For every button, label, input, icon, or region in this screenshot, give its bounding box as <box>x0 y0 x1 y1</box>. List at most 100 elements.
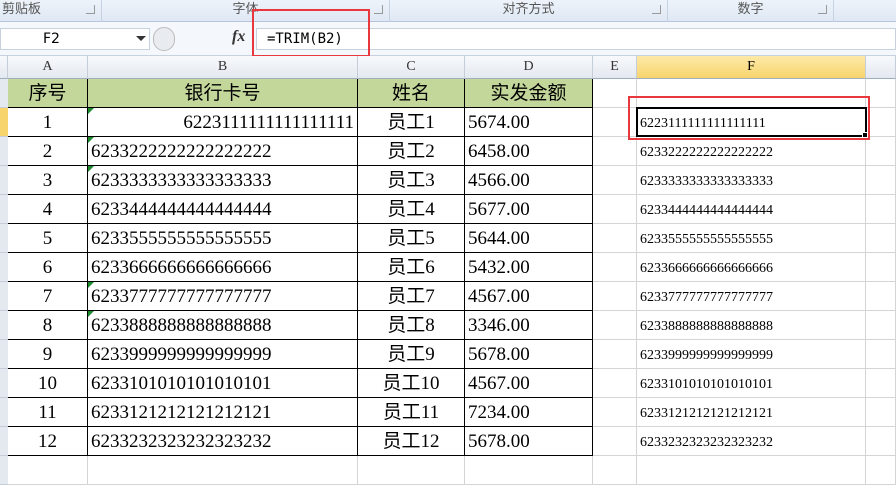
row-header[interactable] <box>0 137 8 166</box>
column-header-b[interactable]: B <box>88 56 358 79</box>
cell[interactable] <box>866 195 896 224</box>
card-number-cell[interactable]: 6233777777777777777 <box>88 282 358 311</box>
cell[interactable] <box>866 456 896 485</box>
dialog-launcher-icon[interactable] <box>818 5 827 14</box>
cell[interactable] <box>593 253 637 282</box>
amount-cell[interactable]: 4566.00 <box>465 166 593 195</box>
cell[interactable] <box>637 456 866 485</box>
cell[interactable] <box>593 427 637 456</box>
formula-bar-splitter[interactable] <box>153 27 175 51</box>
employee-name-cell[interactable]: 员工10 <box>358 369 465 398</box>
card-number-cell[interactable]: 6233999999999999999 <box>88 340 358 369</box>
column-header-c[interactable]: C <box>358 56 465 79</box>
trim-result-cell[interactable]: 6233333333333333333 <box>637 166 866 195</box>
card-number-cell[interactable]: 6233101010101010101 <box>88 369 358 398</box>
trim-result-cell[interactable]: 6233666666666666666 <box>637 253 866 282</box>
amount-cell[interactable]: 3346.00 <box>465 311 593 340</box>
cell[interactable] <box>8 456 88 485</box>
card-number-cell[interactable]: 6233555555555555555 <box>88 224 358 253</box>
row-number-cell[interactable]: 10 <box>8 369 88 398</box>
trim-result-cell[interactable]: 6233999999999999999 <box>637 340 866 369</box>
trim-result-cell[interactable]: 6233232323232323232 <box>637 427 866 456</box>
row-header[interactable] <box>0 166 8 195</box>
employee-name-cell[interactable]: 员工3 <box>358 166 465 195</box>
column-header-f[interactable]: F <box>637 56 866 79</box>
cell[interactable] <box>593 195 637 224</box>
column-header-g[interactable] <box>866 56 896 79</box>
employee-name-cell[interactable]: 员工9 <box>358 340 465 369</box>
cell[interactable] <box>88 456 358 485</box>
employee-name-cell[interactable]: 员工6 <box>358 253 465 282</box>
chevron-down-icon[interactable] <box>136 36 146 41</box>
cell[interactable] <box>358 456 465 485</box>
amount-cell[interactable]: 5677.00 <box>465 195 593 224</box>
row-header[interactable] <box>0 311 8 340</box>
card-number-cell[interactable]: 6233666666666666666 <box>88 253 358 282</box>
row-header[interactable] <box>0 340 8 369</box>
cell[interactable] <box>866 253 896 282</box>
cell[interactable] <box>866 398 896 427</box>
name-box[interactable]: F2 <box>0 28 150 50</box>
trim-result-cell[interactable]: 6233101010101010101 <box>637 369 866 398</box>
employee-name-cell[interactable]: 员工8 <box>358 311 465 340</box>
amount-cell[interactable]: 6458.00 <box>465 137 593 166</box>
employee-name-cell[interactable]: 员工2 <box>358 137 465 166</box>
row-number-cell[interactable]: 4 <box>8 195 88 224</box>
cell[interactable] <box>593 224 637 253</box>
amount-cell[interactable]: 4567.00 <box>465 369 593 398</box>
card-number-cell[interactable]: 6233222222222222222 <box>88 137 358 166</box>
employee-name-cell[interactable]: 员工12 <box>358 427 465 456</box>
cell[interactable] <box>593 166 637 195</box>
row-header[interactable] <box>0 253 8 282</box>
row-number-cell[interactable]: 1 <box>8 108 88 137</box>
row-number-cell[interactable]: 5 <box>8 224 88 253</box>
amount-cell[interactable]: 4567.00 <box>465 282 593 311</box>
cell[interactable] <box>866 427 896 456</box>
column-header-d[interactable]: D <box>465 56 593 79</box>
cell[interactable] <box>866 166 896 195</box>
cell[interactable] <box>593 282 637 311</box>
cell[interactable] <box>866 311 896 340</box>
cell[interactable] <box>593 311 637 340</box>
header-cell[interactable]: 银行卡号 <box>88 79 358 108</box>
card-number-cell[interactable]: 6233121212121212121 <box>88 398 358 427</box>
row-number-cell[interactable]: 8 <box>8 311 88 340</box>
row-header[interactable] <box>0 195 8 224</box>
amount-cell[interactable]: 5674.00 <box>465 108 593 137</box>
trim-result-cell[interactable]: 6233121212121212121 <box>637 398 866 427</box>
employee-name-cell[interactable]: 员工1 <box>358 108 465 137</box>
header-cell[interactable]: 序号 <box>8 79 88 108</box>
cell[interactable] <box>866 137 896 166</box>
employee-name-cell[interactable]: 员工5 <box>358 224 465 253</box>
employee-name-cell[interactable]: 员工11 <box>358 398 465 427</box>
trim-result-cell[interactable]: 6233555555555555555 <box>637 224 866 253</box>
cell[interactable] <box>593 398 637 427</box>
row-number-cell[interactable]: 7 <box>8 282 88 311</box>
cell[interactable] <box>593 369 637 398</box>
amount-cell[interactable]: 5678.00 <box>465 340 593 369</box>
cell[interactable] <box>866 79 896 108</box>
select-all-corner[interactable] <box>0 56 8 79</box>
row-header[interactable] <box>0 79 8 108</box>
card-number-cell[interactable]: 6223111111111111111 <box>88 108 358 137</box>
dialog-launcher-icon[interactable] <box>652 5 661 14</box>
row-number-cell[interactable]: 2 <box>8 137 88 166</box>
card-number-cell[interactable]: 6233232323232323232 <box>88 427 358 456</box>
amount-cell[interactable]: 5432.00 <box>465 253 593 282</box>
header-cell[interactable]: 实发金额 <box>465 79 593 108</box>
insert-function-icon[interactable]: fx <box>232 28 245 46</box>
dialog-launcher-icon[interactable] <box>374 5 383 14</box>
cell[interactable] <box>866 108 896 137</box>
employee-name-cell[interactable]: 员工4 <box>358 195 465 224</box>
row-header[interactable] <box>0 456 8 485</box>
row-number-cell[interactable]: 11 <box>8 398 88 427</box>
cell[interactable] <box>593 137 637 166</box>
cell[interactable] <box>593 340 637 369</box>
row-header[interactable] <box>0 398 8 427</box>
row-number-cell[interactable]: 3 <box>8 166 88 195</box>
trim-result-cell[interactable]: 6233222222222222222 <box>637 137 866 166</box>
amount-cell[interactable]: 5678.00 <box>465 427 593 456</box>
employee-name-cell[interactable]: 员工7 <box>358 282 465 311</box>
column-header-a[interactable]: A <box>8 56 88 79</box>
header-cell[interactable]: 姓名 <box>358 79 465 108</box>
